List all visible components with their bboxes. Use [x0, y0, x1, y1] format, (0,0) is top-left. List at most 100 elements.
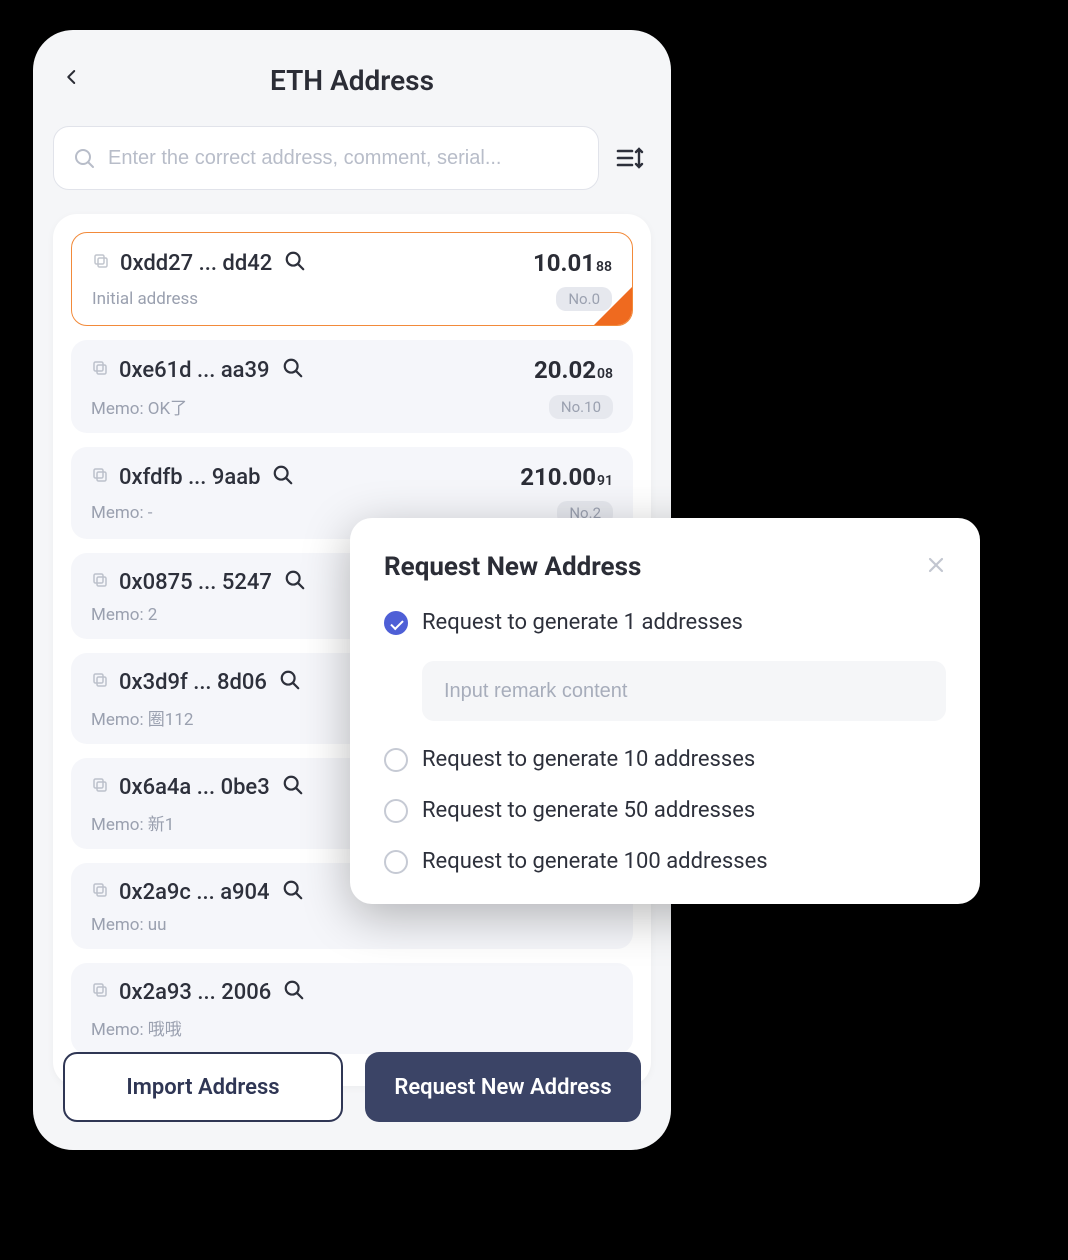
address-row: 0xdd27 ... dd42 10.0188	[92, 249, 612, 277]
modal-title: Request New Address	[384, 552, 641, 582]
view-detail-button[interactable]	[282, 250, 306, 276]
view-detail-button[interactable]	[280, 879, 304, 905]
address-text: 0x3d9f ... 8d06	[119, 670, 267, 695]
address-item[interactable]: 0x2a93 ... 2006 Memo: 哦哦	[71, 963, 633, 1054]
address-meta-row: Initial address No.0	[92, 287, 612, 311]
radio-option[interactable]: Request to generate 50 addresses	[384, 798, 946, 823]
page-title: ETH Address	[270, 64, 434, 97]
radio-label: Request to generate 10 addresses	[422, 747, 755, 772]
memo-text: Memo: OK了	[91, 394, 187, 419]
remark-input[interactable]	[422, 661, 946, 721]
copy-button[interactable]	[91, 981, 109, 1003]
search-box[interactable]	[53, 126, 599, 190]
view-detail-button[interactable]	[280, 357, 304, 383]
search-icon	[72, 146, 96, 170]
address-item[interactable]: 0xdd27 ... dd42 10.0188 Initial address No.…	[71, 232, 633, 326]
balance-main: 20.02	[534, 356, 596, 384]
request-new-address-modal: Request New Address Request to generate …	[350, 518, 980, 904]
copy-button[interactable]	[92, 252, 110, 274]
memo-text: Memo: 新1	[91, 810, 174, 835]
radio-label: Request to generate 1 addresses	[422, 610, 743, 635]
memo-text: Memo: uu	[91, 915, 167, 935]
copy-button[interactable]	[91, 671, 109, 693]
magnifier-icon	[272, 464, 294, 486]
balance: 10.0188	[533, 249, 612, 277]
request-new-address-button[interactable]: Request New Address	[365, 1052, 641, 1122]
address-text: 0xe61d ... aa39	[119, 358, 270, 383]
radio-option[interactable]: Request to generate 10 addresses	[384, 747, 946, 772]
radio-label: Request to generate 100 addresses	[422, 849, 768, 874]
chevron-left-icon	[63, 62, 81, 92]
address-item[interactable]: 0xe61d ... aa39 20.0208 Memo: OK了 No.10	[71, 340, 633, 433]
magnifier-icon	[282, 774, 304, 796]
address-text: 0x0875 ... 5247	[119, 570, 272, 595]
memo-text: Memo: 哦哦	[91, 1015, 182, 1040]
search-row	[53, 126, 651, 190]
address-row: 0xfdfb ... 9aab 210.0091	[91, 463, 613, 491]
radio-option[interactable]: Request to generate 1 addresses	[384, 610, 946, 635]
back-button[interactable]	[63, 62, 91, 90]
copy-icon	[91, 571, 109, 589]
sort-button[interactable]	[611, 138, 651, 178]
view-detail-button[interactable]	[270, 464, 294, 490]
bottom-bar: Import Address Request New Address	[63, 1052, 641, 1122]
address-text: 0xdd27 ... dd42	[120, 251, 272, 276]
balance-sub: 08	[597, 366, 613, 382]
magnifier-icon	[284, 250, 306, 272]
radio-indicator[interactable]	[384, 799, 408, 823]
address-meta-row: Memo: 哦哦	[91, 1015, 613, 1040]
copy-icon	[92, 252, 110, 270]
search-input[interactable]	[108, 147, 580, 170]
address-text: 0x2a9c ... a904	[119, 880, 270, 905]
memo-text: Initial address	[92, 289, 198, 309]
copy-icon	[91, 466, 109, 484]
view-detail-button[interactable]	[282, 569, 306, 595]
view-detail-button[interactable]	[280, 774, 304, 800]
balance-main: 210.00	[520, 463, 596, 491]
close-icon	[926, 555, 946, 575]
view-detail-button[interactable]	[281, 979, 305, 1005]
copy-button[interactable]	[91, 359, 109, 381]
sort-icon	[616, 144, 646, 172]
address-text: 0x6a4a ... 0be3	[119, 775, 270, 800]
address-row: 0x2a93 ... 2006	[91, 979, 613, 1005]
view-detail-button[interactable]	[277, 669, 301, 695]
copy-button[interactable]	[91, 881, 109, 903]
memo-text: Memo: -	[91, 503, 153, 523]
address-meta-row: Memo: uu	[91, 915, 613, 935]
radio-indicator[interactable]	[384, 850, 408, 874]
copy-button[interactable]	[91, 466, 109, 488]
copy-button[interactable]	[91, 776, 109, 798]
copy-icon	[91, 671, 109, 689]
radio-option[interactable]: Request to generate 100 addresses	[384, 849, 946, 874]
address-text: 0x2a93 ... 2006	[119, 980, 271, 1005]
radio-label: Request to generate 50 addresses	[422, 798, 755, 823]
memo-text: Memo: 2	[91, 605, 157, 625]
import-address-button[interactable]: Import Address	[63, 1052, 343, 1122]
balance: 20.0208	[534, 356, 613, 384]
serial-badge: No.10	[549, 395, 613, 419]
copy-icon	[91, 881, 109, 899]
serial-badge: No.0	[556, 287, 612, 311]
header: ETH Address	[53, 50, 651, 110]
address-meta-row: Memo: OK了 No.10	[91, 394, 613, 419]
address-text: 0xfdfb ... 9aab	[119, 465, 260, 490]
radio-list: Request to generate 1 addresses Request t…	[384, 610, 946, 874]
magnifier-icon	[284, 569, 306, 591]
radio-indicator[interactable]	[384, 611, 408, 635]
magnifier-icon	[283, 979, 305, 1001]
balance-sub: 88	[596, 259, 612, 275]
memo-text: Memo: 圈112	[91, 705, 193, 730]
copy-icon	[91, 776, 109, 794]
copy-button[interactable]	[91, 571, 109, 593]
balance: 210.0091	[520, 463, 613, 491]
magnifier-icon	[282, 879, 304, 901]
balance-sub: 91	[597, 473, 613, 489]
magnifier-icon	[282, 357, 304, 379]
modal-header: Request New Address	[384, 552, 946, 582]
copy-icon	[91, 359, 109, 377]
address-row: 0xe61d ... aa39 20.0208	[91, 356, 613, 384]
copy-icon	[91, 981, 109, 999]
modal-close-button[interactable]	[926, 553, 946, 581]
radio-indicator[interactable]	[384, 748, 408, 772]
